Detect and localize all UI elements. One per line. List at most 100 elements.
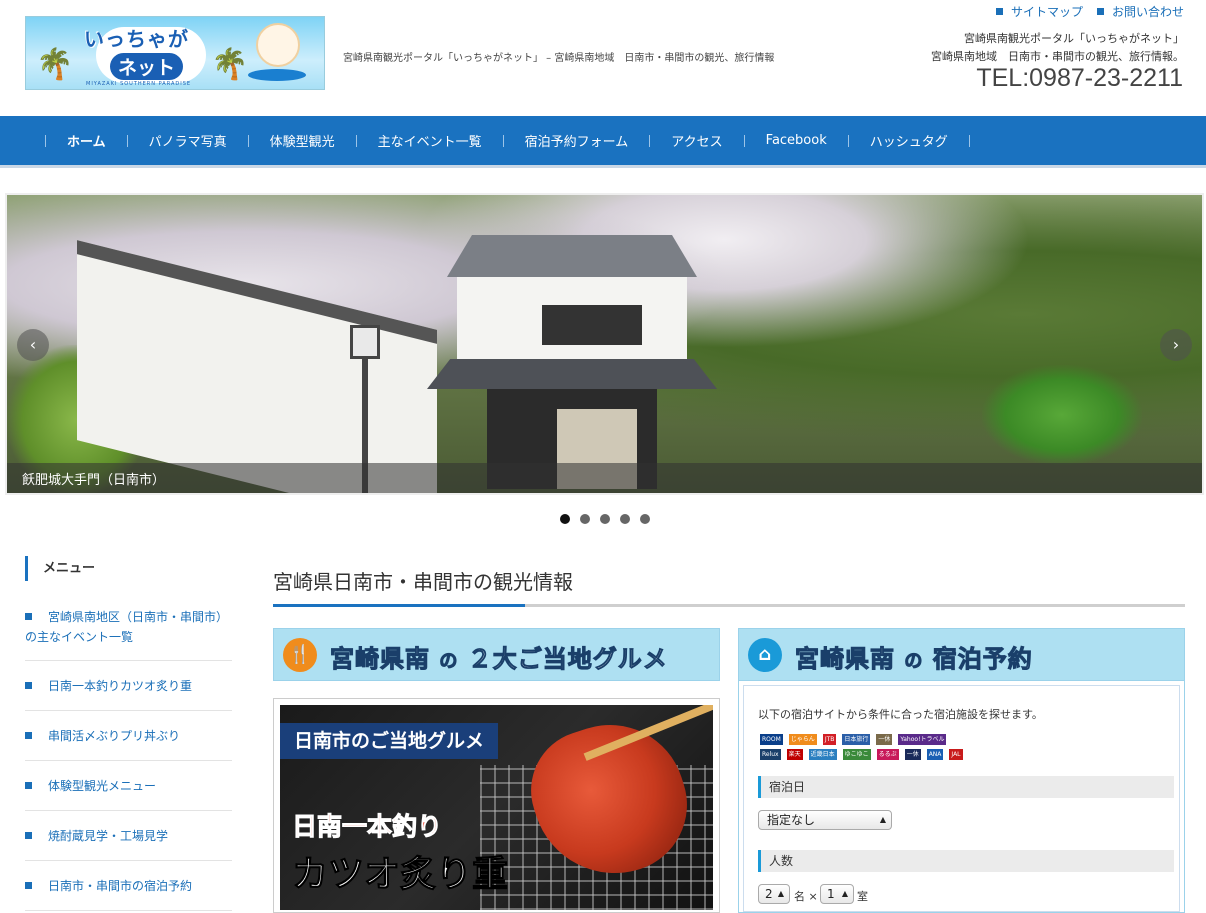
square-bullet-icon (25, 682, 32, 689)
hotel-banner[interactable]: ⌂ 宮崎県南 の 宿泊予約 (738, 628, 1185, 681)
nav-label: 主なイベント一覧 (377, 135, 482, 150)
sitemap-link-label: サイトマップ (1010, 5, 1083, 19)
booking-site-logo[interactable]: ゆこゆこ (842, 749, 871, 760)
rooms-unit: 室 (857, 890, 868, 903)
header-description-2: 宮崎県南地域 日南市・串間市の観光、旅行情報。 (931, 50, 1184, 63)
gate-lower-roof (427, 359, 717, 389)
slider-dot[interactable] (600, 514, 610, 524)
lantern-head (350, 325, 380, 359)
booking-site-logo[interactable]: 一休 (904, 749, 921, 760)
people-select[interactable]: 2 ▲ (758, 884, 790, 904)
slider-dot[interactable] (560, 514, 570, 524)
nav-item-experience[interactable]: 体験型観光 (227, 131, 335, 150)
nav-item-events[interactable]: 主なイベント一覧 (335, 131, 482, 150)
select-arrows-icon: ▲ (841, 889, 848, 898)
rooms-select-value: 1 (827, 887, 835, 901)
sidebar-item-label: 日南一本釣りカツオ炙り重 (48, 679, 193, 693)
sidebar-title: メニュー (25, 556, 232, 581)
banner-text-b: ２大ご当地グルメ (467, 645, 668, 674)
booking-site-logo[interactable]: ANA (926, 749, 944, 760)
booking-site-logo[interactable]: るるぶ (876, 749, 899, 760)
slide-castle-gate (427, 235, 717, 489)
sidebar-item-booking[interactable]: 日南市・串間市の宿泊予約 (25, 861, 232, 911)
gourmet-card[interactable]: 日南市のご当地グルメ 日南一本釣り カツオ炙り重 (273, 698, 720, 913)
booking-site-logo[interactable]: 楽天 (786, 749, 803, 760)
site-header: 🌴 🌴 いっちゃが ネット MIYAZAKI SOUTHERN PARADISE… (0, 0, 1206, 116)
booking-site-logo[interactable]: Relux (760, 749, 781, 760)
square-bullet-icon (25, 613, 32, 620)
hotel-intro: 以下の宿泊サイトから条件に合った宿泊施設を探せます。 (758, 708, 1043, 721)
booking-site-logo[interactable]: ROOM (760, 734, 783, 745)
nav-separator (247, 134, 249, 147)
sidebar-item-katsuo[interactable]: 日南一本釣りカツオ炙り重 (25, 661, 232, 711)
site-tagline: 宮崎県南観光ポータル「いっちゃがネット」 – 宮崎県南地域 日南市・串間市の観光… (343, 53, 775, 64)
rooms-select[interactable]: 1 ▲ (820, 884, 854, 904)
slider-prev-button[interactable]: ‹ (17, 329, 49, 361)
nav-separator (743, 134, 745, 147)
nav-separator (649, 134, 651, 147)
booking-site-logo[interactable]: 一休 (876, 734, 893, 745)
booking-site-logo[interactable]: JAL (949, 749, 963, 760)
nav-item-booking[interactable]: 宿泊予約フォーム (482, 131, 629, 150)
slide-bush (982, 365, 1142, 465)
nav-label: 宿泊予約フォーム (524, 135, 629, 150)
nav-item-hashtag[interactable]: ハッシュタグ (827, 131, 991, 150)
nav-label: ハッシュタグ (869, 135, 948, 150)
sidebar-item-events[interactable]: 宮崎県南地区（日南市・串間市）の主なイベント一覧 (25, 607, 232, 661)
booking-site-logo[interactable]: JTB (822, 734, 837, 745)
surfboard-icon (248, 69, 306, 81)
slider-dots (560, 514, 650, 524)
palm-tree-icon: 🌴 (211, 47, 249, 82)
site-logo[interactable]: 🌴 🌴 いっちゃが ネット MIYAZAKI SOUTHERN PARADISE (25, 16, 325, 90)
contact-link[interactable]: お問い合わせ (1096, 3, 1184, 20)
nav-separator (126, 134, 128, 147)
nav-item-home[interactable]: ホーム (24, 131, 106, 150)
date-section-label: 宿泊日 (758, 776, 1174, 798)
square-bullet-icon (25, 732, 32, 739)
hotel-search-panel: 以下の宿泊サイトから条件に合った宿泊施設を探せます。 ROOM じゃらん JTB… (738, 681, 1185, 913)
booking-site-logo[interactable]: Yahoo!トラベル (898, 734, 947, 745)
sidebar-item-shochu[interactable]: 焼酎蔵見学・工場見学 (25, 811, 232, 861)
nav-separator (968, 134, 970, 147)
sitemap-link[interactable]: サイトマップ (995, 3, 1083, 20)
banner-text-no: の (904, 651, 924, 673)
select-arrows-icon: ▲ (879, 815, 886, 824)
phone-number: TEL:0987-23-2211 (976, 64, 1183, 92)
main-nav: ホーム パノラマ写真 体験型観光 主なイベント一覧 宿泊予約フォーム アクセス … (0, 116, 1206, 168)
gourmet-banner[interactable]: 🍴 宮崎県南 の ２大ご当地グルメ (273, 628, 720, 681)
nav-label: アクセス (671, 135, 723, 150)
sidebar-item-buri[interactable]: 串間活〆ぶりプリ丼ぶり (25, 711, 232, 761)
hero-slider[interactable]: ‹ › 飫肥城大手門（日南市） (5, 193, 1204, 495)
slider-dot[interactable] (580, 514, 590, 524)
sidebar-item-experience[interactable]: 体験型観光メニュー (25, 761, 232, 811)
logo-text-top: いっちゃが (84, 27, 189, 51)
select-arrows-icon: ▲ (777, 889, 784, 898)
slider-dot[interactable] (640, 514, 650, 524)
date-select[interactable]: 指定なし ▲ (758, 810, 892, 830)
hotel-search-inner: 以下の宿泊サイトから条件に合った宿泊施設を探せます。 ROOM じゃらん JTB… (743, 685, 1180, 912)
booking-site-logo[interactable]: 日本旅行 (842, 734, 871, 745)
date-select-value: 指定なし (767, 813, 816, 827)
square-bullet-icon (995, 8, 1003, 15)
booking-site-logo[interactable]: 近畿日本 (808, 749, 837, 760)
nav-separator (45, 134, 46, 147)
booking-site-logos: ROOM じゃらん JTB 日本旅行 一休 Yahoo!トラベル Relux 楽… (760, 734, 970, 760)
square-bullet-icon (25, 832, 32, 839)
contact-link-label: お問い合わせ (1111, 5, 1184, 19)
sidebar-item-label: 宮崎県南地区（日南市・串間市）の主なイベント一覧 (25, 610, 229, 644)
nav-item-access[interactable]: アクセス (628, 131, 723, 150)
banner-text-b: 宿泊予約 (932, 645, 1033, 674)
slide-caption-bar: 飫肥城大手門（日南市） (7, 463, 1202, 493)
sidebar-item-label: 体験型観光メニュー (48, 779, 157, 793)
house-icon: ⌂ (748, 638, 782, 672)
booking-site-logo[interactable]: じゃらん (788, 734, 817, 745)
nav-item-panorama[interactable]: パノラマ写真 (106, 131, 227, 150)
slider-dot[interactable] (620, 514, 630, 524)
gate-window (542, 305, 642, 345)
square-bullet-icon (25, 782, 32, 789)
slider-next-button[interactable]: › (1160, 329, 1192, 361)
gourmet-headline-2: カツオ炙り重 (291, 854, 509, 896)
gourmet-tag: 日南市のご当地グルメ (280, 723, 499, 759)
gourmet-image: 日南市のご当地グルメ 日南一本釣り カツオ炙り重 (280, 705, 713, 910)
nav-item-facebook[interactable]: Facebook (723, 133, 827, 148)
